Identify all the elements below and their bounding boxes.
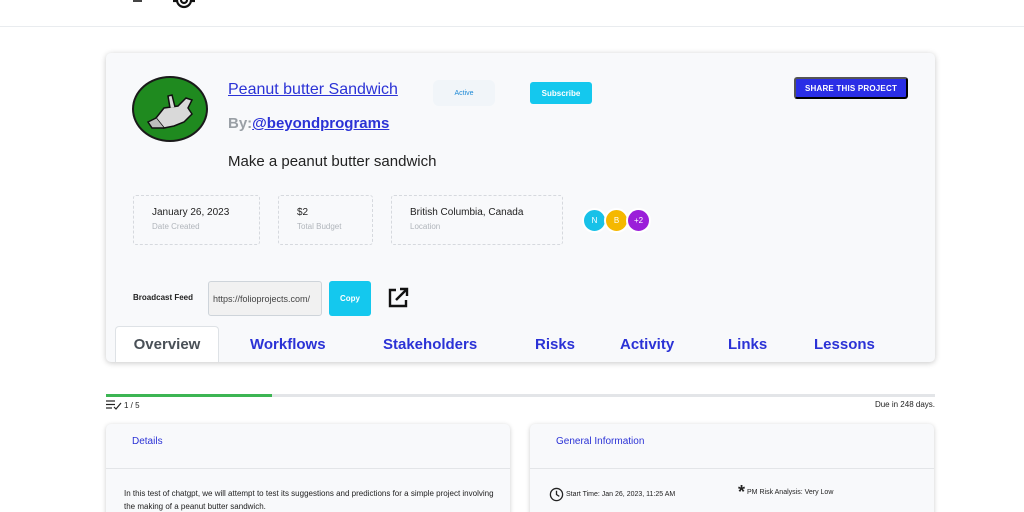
asterisk-icon: *: [738, 482, 746, 502]
menu-icon[interactable]: [133, 0, 142, 2]
task-progress-fill: [106, 394, 272, 397]
location-box: British Columbia, Canada Location: [391, 195, 563, 245]
project-description: Make a peanut butter sandwich: [228, 153, 437, 170]
task-count-text: 1 / 5: [124, 400, 140, 410]
date-created-value: January 26, 2023: [152, 207, 230, 218]
start-time-text: Start Time: Jan 26, 2023, 11:25 AM: [566, 491, 676, 498]
date-created-label: Date Created: [152, 222, 200, 231]
share-project-button[interactable]: SHARE THIS PROJECT: [794, 77, 908, 99]
clock-icon: [549, 487, 564, 502]
tab-links[interactable]: Links: [728, 336, 767, 353]
start-time-item: Start Time: Jan 26, 2023, 11:25 AM: [549, 487, 675, 502]
total-budget-label: Total Budget: [297, 222, 342, 231]
total-budget-box: $2 Total Budget: [278, 195, 373, 245]
project-header-card: Peanut butter Sandwich Active Subscribe …: [106, 53, 935, 362]
hand-gesture-icon: [146, 94, 194, 129]
subscribe-button[interactable]: Subscribe: [530, 82, 592, 104]
project-avatar: [132, 76, 208, 142]
task-progress-bar: [106, 394, 935, 397]
date-created-box: January 26, 2023 Date Created: [133, 195, 260, 245]
broadcast-feed-label: Broadcast Feed: [133, 293, 194, 302]
more-members-avatar[interactable]: +2: [626, 208, 651, 233]
tab-stakeholders[interactable]: Stakeholders: [383, 336, 477, 353]
tab-activity[interactable]: Activity: [620, 336, 674, 353]
tab-risks[interactable]: Risks: [535, 336, 575, 353]
broadcast-feed-url-input[interactable]: [208, 281, 322, 316]
checklist-icon: [106, 400, 122, 410]
tab-lessons[interactable]: Lessons: [814, 336, 875, 353]
location-label: Location: [410, 222, 441, 231]
location-value: British Columbia, Canada: [410, 207, 524, 218]
risk-analysis-text: PM Risk Analysis: Very Low: [747, 488, 834, 496]
status-badge: Active: [433, 80, 495, 106]
risk-analysis-item: * PM Risk Analysis: Very Low: [738, 482, 834, 502]
general-information-header: General Information: [530, 424, 934, 469]
tab-workflows[interactable]: Workflows: [250, 336, 326, 353]
by-label: By:: [228, 115, 253, 132]
top-navbar: [0, 0, 1024, 27]
details-text: In this test of chatgpt, we will attempt…: [124, 489, 494, 511]
task-count: 1 / 5: [106, 400, 140, 410]
details-panel: Details In this test of chatgpt, we will…: [106, 424, 510, 512]
project-title-link[interactable]: Peanut butter Sandwich: [228, 81, 398, 99]
gear-icon[interactable]: [164, 0, 204, 14]
owner-byline: By:@beyondprograms: [228, 115, 389, 132]
external-link-icon[interactable]: [386, 286, 410, 310]
total-budget-value: $2: [297, 207, 309, 218]
due-date-text: Due in 248 days.: [874, 400, 935, 409]
copy-button[interactable]: Copy: [329, 281, 371, 316]
owner-handle-link[interactable]: @beyondprograms: [252, 115, 389, 132]
general-information-panel: General Information Start Time: Jan 26, …: [530, 424, 934, 512]
tab-overview[interactable]: Overview: [115, 326, 219, 362]
details-header: Details: [106, 424, 510, 469]
